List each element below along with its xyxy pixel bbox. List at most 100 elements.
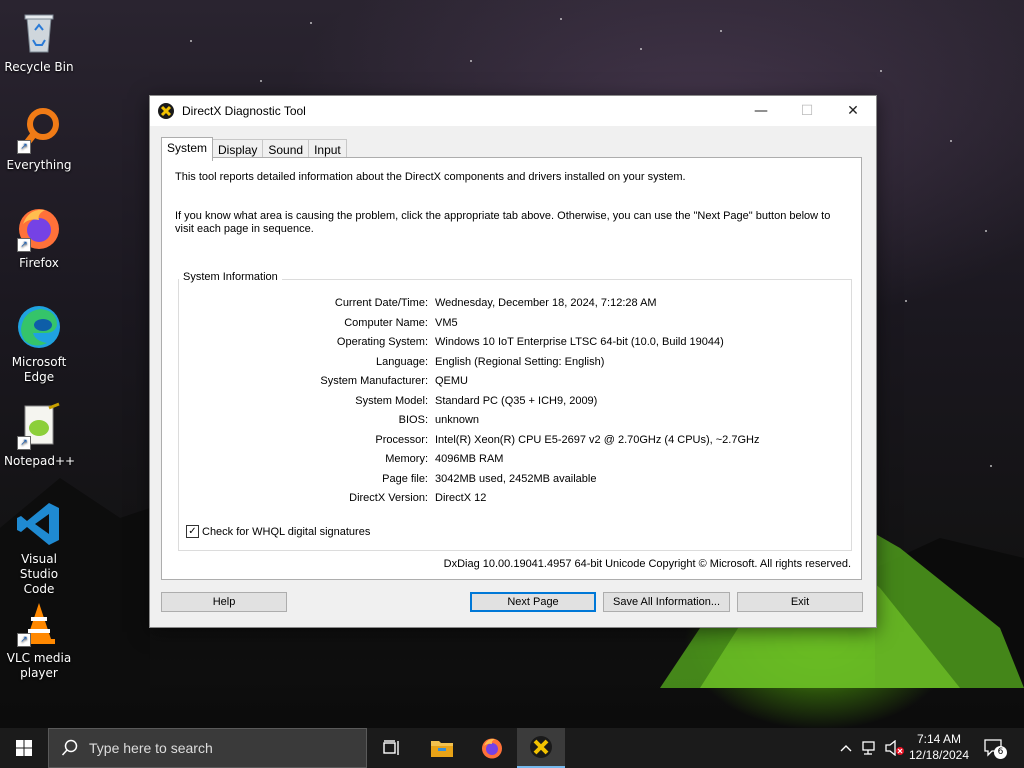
info-label: DirectX Version: bbox=[349, 492, 428, 504]
info-label: Memory: bbox=[385, 453, 428, 465]
info-row-bios: BIOS: unknown bbox=[179, 414, 851, 430]
info-row-system-model: System Model: Standard PC (Q35 + ICH9, 2… bbox=[179, 395, 851, 411]
desktop-icon-everything[interactable]: ↗ Everything bbox=[4, 106, 74, 173]
info-value: Standard PC (Q35 + ICH9, 2009) bbox=[435, 395, 598, 407]
system-information-group: Current Date/Time: Wednesday, December 1… bbox=[178, 279, 852, 551]
volume-button[interactable] bbox=[884, 728, 906, 768]
info-value: Intel(R) Xeon(R) CPU E5-2697 v2 @ 2.70GH… bbox=[435, 434, 760, 446]
info-row-language: Language: English (Regional Setting: Eng… bbox=[179, 356, 851, 372]
whql-checkbox-row[interactable]: ✓ Check for WHQL digital signatures bbox=[186, 525, 370, 538]
network-status-button[interactable] bbox=[860, 728, 882, 768]
info-value: 3042MB used, 2452MB available bbox=[435, 473, 597, 485]
notification-count-badge: 6 bbox=[994, 746, 1007, 759]
desktop-icon-label: Visual Studio Code bbox=[19, 552, 59, 596]
info-value: VM5 bbox=[435, 317, 458, 329]
recycle-bin-icon bbox=[15, 8, 63, 56]
intro-text: This tool reports detailed information a… bbox=[175, 171, 686, 183]
minimize-icon: — bbox=[754, 103, 768, 119]
minimize-button[interactable]: — bbox=[738, 96, 784, 126]
desktop-icon-label: Notepad++ bbox=[4, 454, 76, 468]
directx-icon bbox=[158, 103, 174, 119]
dxdiag-window: DirectX Diagnostic Tool — ☐ ✕ System Dis… bbox=[149, 95, 877, 628]
info-value: Wednesday, December 18, 2024, 7:12:28 AM bbox=[435, 297, 657, 309]
maximize-icon: ☐ bbox=[800, 103, 814, 119]
shortcut-arrow-icon: ↗ bbox=[17, 238, 31, 252]
desktop-icon-edge[interactable]: Microsoft Edge bbox=[4, 303, 74, 385]
everything-icon: ↗ bbox=[15, 106, 63, 154]
desktop-icon-label: Microsoft Edge bbox=[11, 355, 67, 384]
info-label: Page file: bbox=[382, 473, 428, 485]
desktop-icon-firefox[interactable]: ↗ Firefox bbox=[4, 204, 74, 271]
windows-logo-icon bbox=[16, 740, 32, 756]
notepad-plus-plus-icon: ↗ bbox=[15, 402, 63, 450]
taskbar-firefox[interactable] bbox=[468, 728, 516, 768]
info-row-page-file: Page file: 3042MB used, 2452MB available bbox=[179, 473, 851, 489]
task-view-button[interactable] bbox=[368, 728, 416, 768]
start-button[interactable] bbox=[0, 728, 48, 768]
info-row-memory: Memory: 4096MB RAM bbox=[179, 453, 851, 469]
clock-date: 12/18/2024 bbox=[908, 748, 970, 762]
shortcut-arrow-icon: ↗ bbox=[17, 436, 31, 450]
info-label: Computer Name: bbox=[344, 317, 428, 329]
clock-time: 7:14 AM bbox=[916, 732, 962, 746]
firefox-icon: ↗ bbox=[15, 204, 63, 252]
title-bar[interactable]: DirectX Diagnostic Tool — ☐ ✕ bbox=[150, 96, 876, 126]
taskbar-clock[interactable]: 7:14 AM 12/18/2024 bbox=[906, 731, 972, 763]
info-value: Windows 10 IoT Enterprise LTSC 64-bit (1… bbox=[435, 336, 724, 348]
info-label: Language: bbox=[376, 356, 428, 368]
copyright-footer: DxDiag 10.00.19041.4957 64-bit Unicode C… bbox=[443, 558, 851, 570]
info-label: Current Date/Time: bbox=[334, 297, 428, 309]
info-row-directx-version: DirectX Version: DirectX 12 bbox=[179, 492, 851, 508]
info-row-computer-name: Computer Name: VM5 bbox=[179, 317, 851, 333]
maximize-button[interactable]: ☐ bbox=[784, 96, 830, 126]
info-row-date-time: Current Date/Time: Wednesday, December 1… bbox=[179, 297, 851, 313]
info-value: unknown bbox=[435, 414, 480, 426]
desktop-icon-vscode[interactable]: Visual Studio Code bbox=[4, 500, 74, 597]
vscode-icon bbox=[15, 500, 63, 548]
desktop-icon-vlc[interactable]: ↗ VLC media player bbox=[4, 599, 74, 681]
action-center-button[interactable]: 6 bbox=[980, 728, 1008, 768]
desktop-icon-recycle-bin[interactable]: Recycle Bin bbox=[4, 8, 74, 75]
info-value: English (Regional Setting: English) bbox=[435, 356, 605, 368]
whql-checkbox-label: Check for WHQL digital signatures bbox=[202, 525, 371, 538]
search-icon bbox=[61, 739, 78, 756]
taskbar: Type here to search 7:14 AM 12/18/2024 6 bbox=[0, 728, 1024, 768]
info-value: DirectX 12 bbox=[435, 492, 487, 504]
info-label: BIOS: bbox=[398, 414, 428, 426]
taskbar-dxdiag[interactable] bbox=[517, 728, 565, 768]
desktop-icon-label: Recycle Bin bbox=[4, 60, 74, 74]
help-button[interactable]: Help bbox=[161, 592, 287, 612]
vlc-cone-icon: ↗ bbox=[15, 599, 63, 647]
info-label: System Model: bbox=[355, 395, 428, 407]
info-row-system-manufacturer: System Manufacturer: QEMU bbox=[179, 375, 851, 391]
desktop-icon-label: Everything bbox=[6, 158, 72, 172]
save-all-information-button[interactable]: Save All Information... bbox=[603, 592, 730, 612]
info-row-processor: Processor: Intel(R) Xeon(R) CPU E5-2697 … bbox=[179, 434, 851, 450]
taskbar-file-explorer[interactable] bbox=[418, 728, 466, 768]
directx-icon bbox=[530, 736, 552, 758]
whql-checkbox[interactable]: ✓ bbox=[186, 525, 199, 538]
desktop-icon-label: VLC media player bbox=[6, 651, 72, 680]
info-label: Processor: bbox=[375, 434, 428, 446]
firefox-icon bbox=[482, 738, 502, 759]
search-placeholder: Type here to search bbox=[89, 740, 213, 756]
info-label: System Manufacturer: bbox=[320, 375, 428, 387]
info-value: QEMU bbox=[435, 375, 468, 387]
taskbar-search-box[interactable]: Type here to search bbox=[48, 728, 367, 768]
system-information-title: System Information bbox=[179, 271, 282, 283]
info-label: Operating System: bbox=[336, 336, 428, 348]
file-explorer-icon bbox=[431, 741, 453, 757]
edge-icon bbox=[15, 303, 63, 351]
window-title: DirectX Diagnostic Tool bbox=[182, 104, 306, 118]
chevron-up-icon bbox=[840, 745, 852, 752]
show-hidden-icons-button[interactable] bbox=[836, 728, 856, 768]
next-page-button[interactable]: Next Page bbox=[470, 592, 596, 612]
system-tab-panel: This tool reports detailed information a… bbox=[161, 157, 862, 580]
shortcut-arrow-icon: ↗ bbox=[17, 140, 31, 154]
close-button[interactable]: ✕ bbox=[830, 96, 876, 126]
exit-button[interactable]: Exit bbox=[737, 592, 863, 612]
info-value: 4096MB RAM bbox=[435, 453, 504, 465]
tab-system[interactable]: System bbox=[161, 137, 214, 161]
desktop-icon-notepad-plus-plus[interactable]: ↗ Notepad++ bbox=[4, 402, 76, 469]
info-row-operating-system: Operating System: Windows 10 IoT Enterpr… bbox=[179, 336, 851, 352]
